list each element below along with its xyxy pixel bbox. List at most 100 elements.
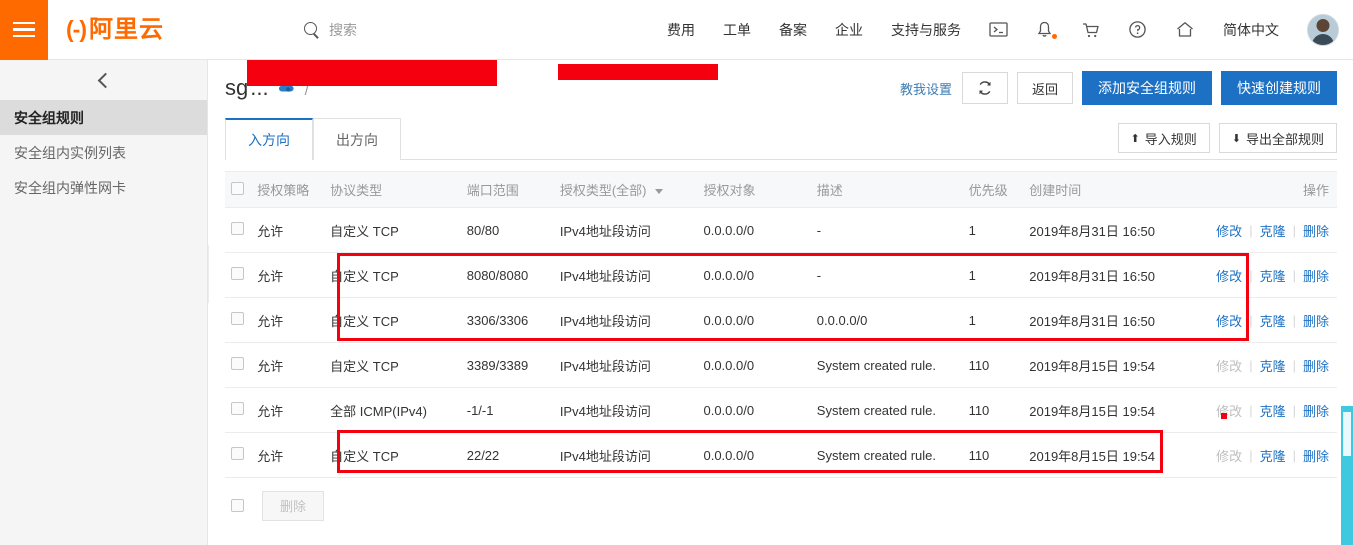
refresh-button[interactable] — [961, 72, 1008, 104]
cell-port-range: 80/80 — [460, 207, 554, 253]
header-priority: 优先级 — [962, 171, 1024, 208]
cell-operations: 修改 | 克隆 | 删除 — [1205, 207, 1337, 253]
header-description: 描述 — [810, 171, 963, 208]
cell-port-range: 3306/3306 — [460, 297, 554, 343]
cell-operations: 修改 | 克隆 | 删除 — [1205, 252, 1337, 298]
operation-divider: | — [1292, 357, 1296, 373]
row-operations: 修改 | 克隆 | 删除 — [1211, 266, 1331, 285]
delete-link[interactable]: 删除 — [1303, 401, 1329, 420]
user-avatar[interactable] — [1307, 13, 1339, 46]
home-icon[interactable] — [1161, 20, 1209, 39]
cell-created-time: 2019年8月31日 16:50 — [1023, 207, 1206, 253]
cell-auth-type: IPv4地址段访问 — [553, 207, 698, 253]
cell-auth-type: IPv4地址段访问 — [553, 252, 698, 298]
nav-item-fee[interactable]: 费用 — [653, 20, 709, 40]
table-footer: 删除 — [225, 478, 1337, 533]
row-checkbox[interactable] — [231, 267, 244, 280]
row-operations: 修改 | 克隆 | 删除 — [1211, 356, 1331, 375]
nav-item-ticket[interactable]: 工单 — [709, 20, 765, 40]
teach-me-settings-link[interactable]: 教我设置 — [900, 79, 952, 98]
row-checkbox[interactable] — [231, 222, 244, 235]
delete-link[interactable]: 删除 — [1303, 221, 1329, 240]
sidebar-item-eni-list[interactable]: 安全组内弹性网卡 — [0, 170, 207, 205]
cell-protocol: 全部 ICMP(IPv4) — [324, 387, 461, 433]
vertical-scrollbar[interactable] — [1341, 406, 1353, 545]
row-checkbox[interactable] — [231, 357, 244, 370]
export-rules-label: 导出全部规则 — [1245, 131, 1324, 147]
modify-link: 修改 — [1216, 358, 1243, 374]
row-checkbox[interactable] — [231, 447, 244, 460]
language-selector[interactable]: 简体中文 — [1209, 20, 1293, 40]
clone-link[interactable]: 克隆 — [1260, 446, 1286, 465]
export-all-rules-button[interactable]: ⬇ 导出全部规则 — [1218, 123, 1337, 153]
cell-protocol: 自定义 TCP — [324, 297, 461, 343]
back-button[interactable]: 返回 — [1016, 72, 1073, 104]
modify-link[interactable]: 修改 — [1216, 266, 1242, 285]
operation-divider: | — [1292, 312, 1296, 328]
scrollbar-thumb[interactable] — [1343, 412, 1351, 456]
refresh-icon — [979, 81, 991, 95]
cell-protocol: 自定义 TCP — [324, 252, 461, 298]
clone-link[interactable]: 克隆 — [1260, 311, 1286, 330]
bell-icon[interactable] — [1022, 20, 1067, 39]
rules-table-container: 授权策略 协议类型 端口范围 授权类型(全部) 授权对象 描述 优先级 创建时间… — [225, 171, 1337, 478]
hamburger-menu-icon[interactable] — [0, 0, 48, 60]
footer-select-all-checkbox[interactable] — [231, 499, 244, 512]
nav-item-icp[interactable]: 备案 — [765, 20, 821, 40]
clone-link[interactable]: 克隆 — [1260, 356, 1286, 375]
modify-link[interactable]: 修改 — [1216, 311, 1242, 330]
header-created-time: 创建时间 — [1023, 171, 1206, 208]
cell-policy: 允许 — [251, 432, 325, 478]
row-operations: 修改 | 克隆 | 删除 — [1211, 311, 1331, 330]
delete-link[interactable]: 删除 — [1303, 446, 1329, 465]
cart-icon[interactable] — [1067, 21, 1114, 39]
cell-operations: 修改 | 克隆 | 删除 — [1205, 432, 1337, 478]
row-select-cell — [225, 432, 252, 478]
clone-link[interactable]: 克隆 — [1260, 266, 1286, 285]
operation-divider: | — [1249, 357, 1253, 373]
cell-protocol: 自定义 TCP — [324, 207, 461, 253]
aliyun-logo[interactable]: (-) 阿里云 — [66, 17, 164, 42]
terminal-icon[interactable] — [975, 21, 1022, 38]
nav-item-enterprise[interactable]: 企业 — [821, 20, 877, 40]
delete-link[interactable]: 删除 — [1303, 356, 1329, 375]
quick-create-rule-button[interactable]: 快速创建规则 — [1221, 71, 1337, 105]
operation-divider: | — [1292, 447, 1296, 463]
operation-divider: | — [1249, 267, 1253, 283]
chevron-down-icon — [655, 189, 664, 195]
cell-created-time: 2019年8月31日 16:50 — [1023, 297, 1206, 343]
clone-link[interactable]: 克隆 — [1260, 221, 1286, 240]
cell-description: System created rule. — [810, 342, 963, 388]
header-auth-type[interactable]: 授权类型(全部) — [553, 171, 698, 208]
search-input[interactable]: 搜索 — [303, 20, 357, 40]
tab-outbound[interactable]: 出方向 — [313, 118, 401, 160]
table-row: 允许 自定义 TCP 80/80 IPv4地址段访问 0.0.0.0/0-1 2019年8… — [225, 207, 1337, 253]
sidebar-item-label: 安全组内弹性网卡 — [14, 179, 126, 196]
cell-policy: 允许 — [251, 297, 325, 343]
sidebar-item-security-group-rules[interactable]: 安全组规则 — [0, 100, 207, 135]
help-icon[interactable] — [1114, 20, 1161, 39]
table-row: 允许 全部 ICMP(IPv4) -1/-1 IPv4地址段访问 0.0.0.0/0 Sy… — [225, 387, 1337, 433]
security-group-rules-table: 授权策略 协议类型 端口范围 授权类型(全部) 授权对象 描述 优先级 创建时间… — [225, 171, 1337, 478]
delete-link[interactable]: 删除 — [1303, 311, 1329, 330]
add-security-group-rule-button[interactable]: 添加安全组规则 — [1082, 71, 1212, 105]
batch-delete-button[interactable]: 删除 — [262, 490, 324, 521]
row-select-cell — [225, 297, 252, 343]
row-checkbox[interactable] — [231, 402, 244, 415]
nav-item-support[interactable]: 支持与服务 — [877, 20, 975, 40]
cell-created-time: 2019年8月31日 16:50 — [1023, 252, 1206, 298]
cell-port-range: 3389/3389 — [460, 342, 554, 388]
sidebar: 安全组规则 安全组内实例列表 安全组内弹性网卡 — [0, 60, 208, 545]
delete-link[interactable]: 删除 — [1303, 266, 1329, 285]
sidebar-collapse-button[interactable] — [0, 60, 207, 100]
select-all-checkbox[interactable] — [231, 181, 244, 195]
cell-description: - — [810, 207, 963, 253]
row-checkbox[interactable] — [231, 312, 244, 325]
import-rules-button[interactable]: ⬆ 导入规则 — [1117, 123, 1210, 153]
row-select-cell — [225, 387, 252, 433]
clone-link[interactable]: 克隆 — [1260, 401, 1286, 420]
tab-inbound[interactable]: 入方向 — [225, 118, 313, 160]
sidebar-item-instance-list[interactable]: 安全组内实例列表 — [0, 135, 207, 170]
modify-link[interactable]: 修改 — [1216, 221, 1242, 240]
cell-policy: 允许 — [251, 342, 325, 388]
